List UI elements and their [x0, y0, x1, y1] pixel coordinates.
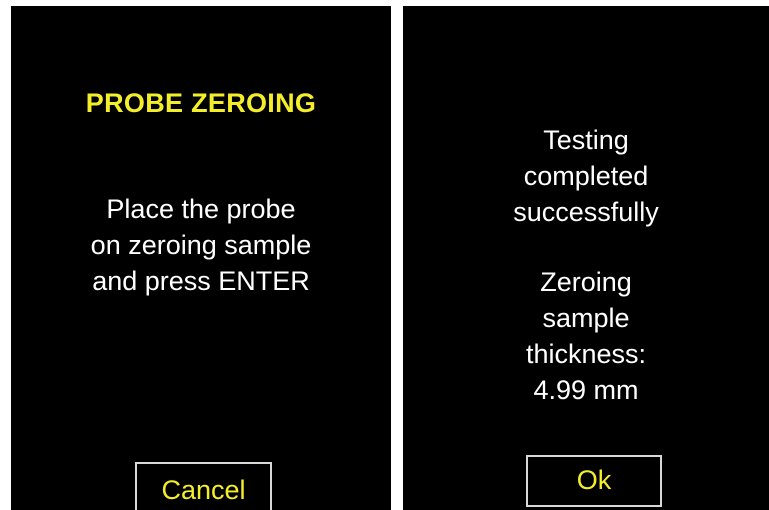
screen-title: PROBE ZEROING	[85, 88, 317, 118]
instruction-line: and press ENTER	[92, 266, 310, 296]
thickness-message: Zeroing sample thickness: 4.99 mm	[403, 264, 769, 408]
status-line: Testing	[543, 125, 629, 155]
testing-result-screen: Testing completed successfully Zeroing s…	[403, 6, 769, 510]
thickness-line: thickness:	[525, 339, 647, 369]
ok-button[interactable]: Ok	[526, 455, 662, 507]
probe-zeroing-screen: PROBE ZEROING Place the probe on zeroing…	[11, 6, 391, 510]
instruction-text: Place the probe on zeroing sample and pr…	[11, 191, 391, 299]
thickness-line: sample	[542, 303, 630, 333]
thickness-value: 4.99 mm	[533, 375, 639, 405]
status-line: completed	[523, 161, 649, 191]
instruction-line: Place the probe	[106, 194, 296, 224]
thickness-line: Zeroing	[540, 267, 632, 297]
status-line: successfully	[513, 197, 659, 227]
cancel-button[interactable]: Cancel	[135, 462, 272, 510]
instruction-line: on zeroing sample	[90, 230, 312, 260]
status-message: Testing completed successfully	[403, 122, 769, 230]
